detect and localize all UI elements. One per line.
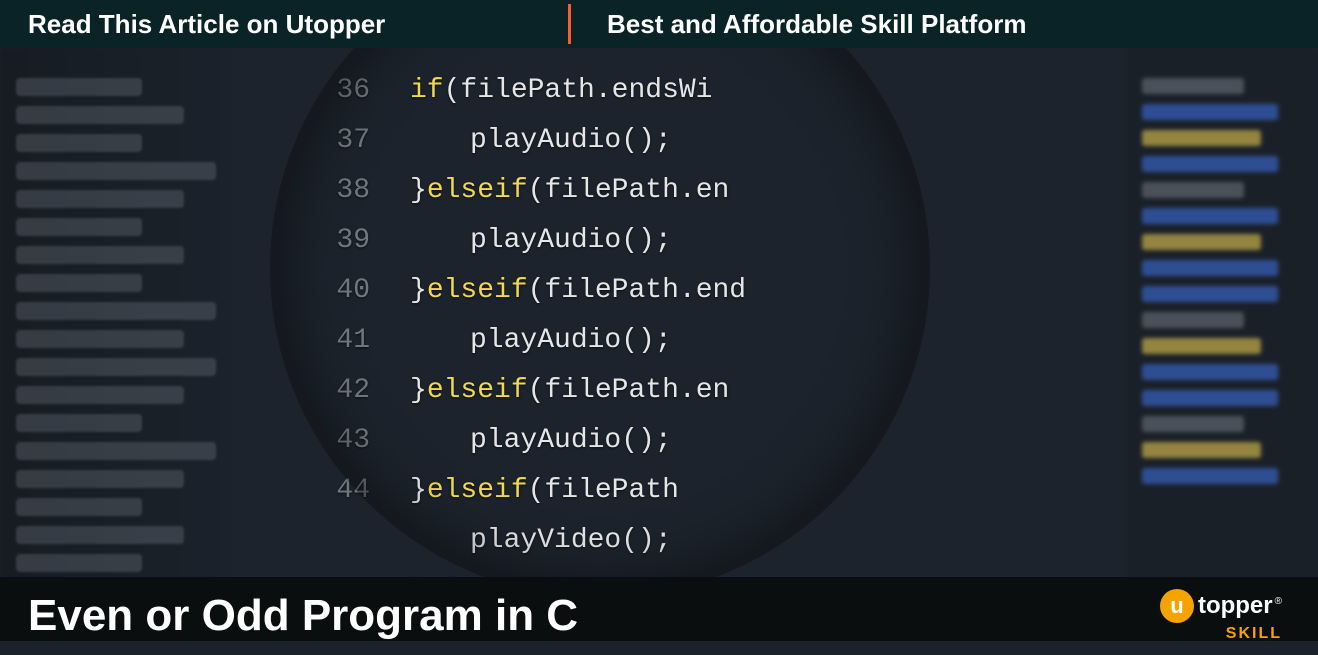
code-token: . xyxy=(595,66,612,116)
code-token: } xyxy=(410,566,427,577)
code-token: filePath xyxy=(544,466,678,516)
code-token: en xyxy=(696,366,730,416)
top-right-text: Best and Affordable Skill Platform xyxy=(579,9,1318,40)
code-token: if xyxy=(410,66,444,116)
code-token: if xyxy=(494,366,528,416)
code-line: 39 playAudio (); xyxy=(300,216,746,266)
logo-r-mark: ® xyxy=(1275,596,1282,607)
main-title: Even or Odd Program in C xyxy=(28,591,1160,641)
code-token: (); xyxy=(621,416,671,466)
line-number: 40 xyxy=(300,266,370,316)
code-background: 36if(filePath.endsWi37playAudio ();38} e… xyxy=(0,48,1318,577)
code-token: filePath xyxy=(544,166,678,216)
code-token: playAudio xyxy=(470,116,621,166)
code-line: 38} else if(filePath.en xyxy=(300,166,746,216)
code-token: else xyxy=(427,266,494,316)
line-number: 39 xyxy=(300,216,370,266)
top-left-text: Read This Article on Utopper xyxy=(0,9,560,40)
code-line: 43 playAudio (); xyxy=(300,416,746,466)
code-token: if xyxy=(494,166,528,216)
code-line: 40} else if(filePath.end xyxy=(300,266,746,316)
code-token: playAudio xyxy=(470,216,621,266)
code-token: playVideo xyxy=(470,516,621,566)
magnified-code: 36if(filePath.endsWi37playAudio ();38} e… xyxy=(300,66,746,577)
code-token: (); xyxy=(621,316,671,366)
code-line: } else if(fileP xyxy=(300,566,746,577)
code-token: (); xyxy=(621,116,671,166)
code-token: (); xyxy=(621,216,671,266)
logo-u-icon: u xyxy=(1160,589,1194,623)
code-line: 36 if(filePath.endsWi xyxy=(300,66,746,116)
line-number: 44 xyxy=(300,466,370,516)
code-token: ( xyxy=(528,566,545,577)
code-token: if xyxy=(494,466,528,516)
line-number: 38 xyxy=(300,166,370,216)
code-line: 37 playAudio (); xyxy=(300,116,746,166)
line-number: 43 xyxy=(300,416,370,466)
blurred-file-list xyxy=(0,48,230,577)
code-token: if xyxy=(494,266,528,316)
line-number: 41 xyxy=(300,316,370,366)
code-token: ( xyxy=(528,266,545,316)
line-number xyxy=(300,566,370,577)
utopper-logo: u topper ® SKILL xyxy=(1160,589,1282,643)
bottom-strip xyxy=(0,641,1318,655)
code-token: endsWi xyxy=(612,66,713,116)
code-token: end xyxy=(696,266,746,316)
code-token: . xyxy=(679,366,696,416)
code-token: } xyxy=(410,166,427,216)
code-token: else xyxy=(427,466,494,516)
code-token: filePath xyxy=(544,366,678,416)
blurred-minimap xyxy=(1128,48,1318,577)
code-token: filePath xyxy=(460,66,594,116)
code-line: 44} else if(filePath xyxy=(300,466,746,516)
code-token: } xyxy=(410,466,427,516)
vertical-divider xyxy=(568,4,571,44)
top-banner: Read This Article on Utopper Best and Af… xyxy=(0,0,1318,48)
code-token: else xyxy=(427,166,494,216)
line-number: 36 xyxy=(300,66,370,116)
code-token: } xyxy=(410,366,427,416)
code-token: . xyxy=(679,166,696,216)
line-number: 37 xyxy=(300,116,370,166)
code-token: ( xyxy=(528,466,545,516)
line-number xyxy=(300,516,370,566)
logo-text: topper xyxy=(1198,592,1273,620)
line-number: 42 xyxy=(300,366,370,416)
code-line: 41 playAudio (); xyxy=(300,316,746,366)
code-token: ( xyxy=(444,66,461,116)
code-line: 42} else if(filePath.en xyxy=(300,366,746,416)
code-token: if xyxy=(494,566,528,577)
code-token: playAudio xyxy=(470,316,621,366)
code-token: } xyxy=(410,266,427,316)
code-line: playVideo (); xyxy=(300,516,746,566)
code-token: else xyxy=(427,566,494,577)
code-token: playAudio xyxy=(470,416,621,466)
code-token: ( xyxy=(528,366,545,416)
code-token: . xyxy=(679,266,696,316)
code-token: ( xyxy=(528,166,545,216)
code-token: en xyxy=(696,166,730,216)
code-token: else xyxy=(427,366,494,416)
code-token: (); xyxy=(621,516,671,566)
code-token: fileP xyxy=(544,566,628,577)
code-token: filePath xyxy=(544,266,678,316)
